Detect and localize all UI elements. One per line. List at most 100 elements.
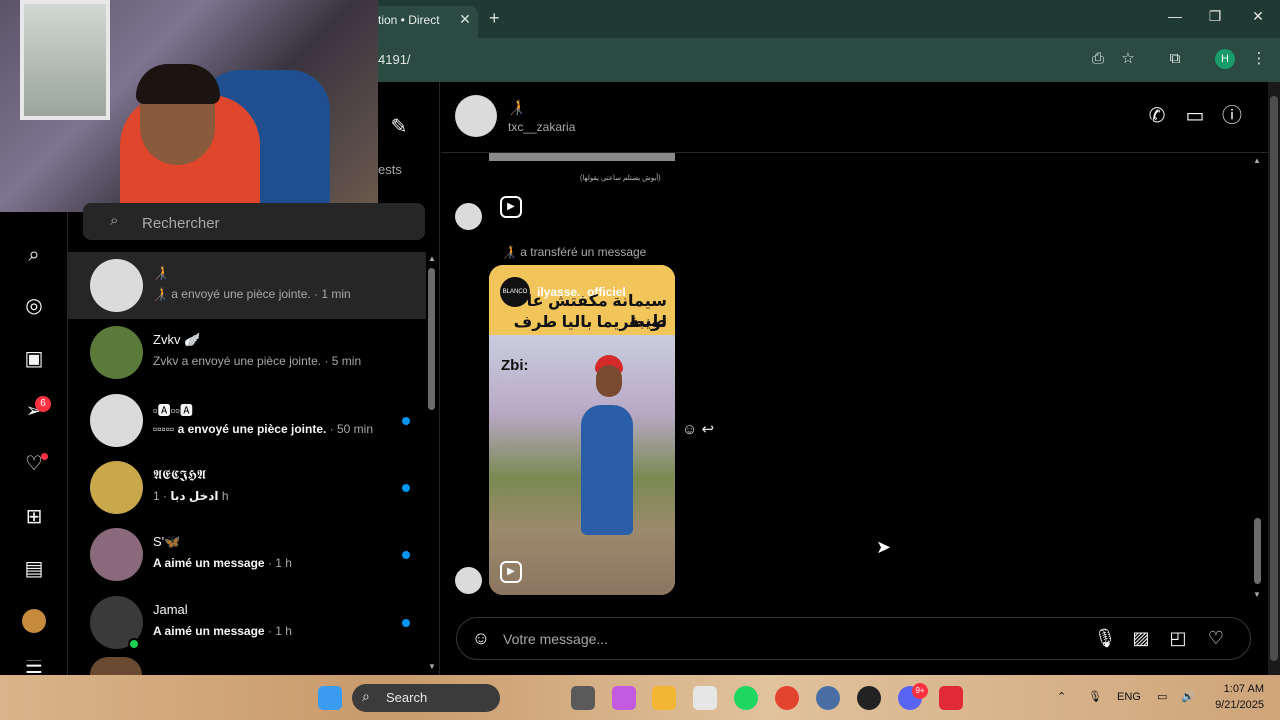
image-icon[interactable]: ▨ (1129, 626, 1153, 650)
task-view-icon[interactable] (571, 686, 595, 710)
reels-icon[interactable]: ▣ (20, 345, 48, 373)
page-scrollbar[interactable] (1270, 96, 1278, 661)
tab-close-icon[interactable]: ✕ (458, 11, 472, 28)
avatar (90, 528, 143, 581)
scroll-down-icon[interactable]: ▼ (1253, 590, 1261, 599)
tray-expand-icon[interactable]: ⌃ (1057, 690, 1066, 703)
spotify-icon[interactable] (734, 686, 758, 710)
avatar (90, 394, 143, 447)
scroll-up-icon[interactable]: ▲ (1253, 156, 1261, 165)
language-indicator[interactable]: ENG (1117, 691, 1141, 703)
conversation-item[interactable]: Jamal A aimé un message · 1 h (68, 589, 426, 656)
clock-time[interactable]: 1:07 AM (1214, 683, 1264, 695)
microphone-icon[interactable]: 🎙 (1088, 690, 1102, 703)
clock-date[interactable]: 9/21/2025 (1204, 699, 1264, 711)
address-bar[interactable]: 4191/ (378, 52, 411, 67)
contact-username[interactable]: txc__zakaria (508, 120, 575, 134)
reels-icon[interactable]: ▶ (500, 196, 522, 218)
conversation-item[interactable]: Zvkv 🪽 Zvkv a envoyé une pièce jointe. ·… (68, 319, 426, 386)
profile-icon[interactable] (22, 609, 46, 633)
volume-icon[interactable]: 🔊 (1181, 690, 1195, 703)
conversation-item[interactable]: 🧑‍🦯 🧑‍🦯 a envoyé une pièce jointe. · 1 m… (68, 252, 426, 319)
menu-icon[interactable]: ☰ (20, 660, 48, 675)
conversation-preview: A aimé un message · 1 h (153, 556, 292, 570)
conversation-name: S'🦋 (153, 534, 181, 549)
unread-dot (402, 619, 410, 627)
requests-link[interactable]: ests (378, 162, 402, 177)
info-icon[interactable]: ⓘ (1220, 104, 1244, 128)
reel-person-head (596, 365, 622, 397)
reels-icon: ▶ (500, 561, 522, 583)
sticker-icon[interactable]: ◰ (1166, 626, 1190, 650)
phone-call-icon[interactable]: ✆ (1145, 104, 1169, 128)
message-actions: ☺ ↩ (682, 420, 714, 438)
avatar (90, 259, 143, 312)
avatar (90, 657, 142, 675)
extensions-icon[interactable]: ⧉ (1164, 48, 1186, 70)
mouse-cursor-icon: ➤ (876, 537, 892, 557)
react-emoji-icon[interactable]: ☺ (682, 421, 697, 438)
search-input[interactable] (83, 203, 425, 240)
explore-icon[interactable]: ◎ (20, 292, 48, 320)
profile-avatar[interactable]: H (1215, 49, 1235, 69)
conversation-item[interactable]: 𝕬𝕰𝕮𝕵𝕳𝕬 ادخل دبا · 1 h (68, 454, 426, 521)
emoji-icon[interactable]: ☺ (469, 626, 493, 650)
online-indicator (128, 638, 140, 650)
avatar (455, 203, 482, 230)
search-icon: ⌕ (110, 212, 119, 229)
bookmark-star-icon[interactable]: ☆ (1117, 48, 1139, 70)
webcam-window-background (20, 0, 110, 120)
contact-name[interactable]: 🧑‍🦯 (508, 99, 525, 116)
start-icon[interactable] (318, 686, 342, 710)
avatar (455, 567, 482, 594)
chat-header (441, 82, 1268, 153)
conversation-item[interactable]: ▫🅰▫▫🅰 ▫▫▫▫▫ a envoyé une pièce jointe. ·… (68, 387, 426, 454)
search-placeholder: Rechercher (142, 215, 220, 232)
discord-badge: 9+ (912, 683, 928, 699)
unread-dot (402, 551, 410, 559)
nav-rail (0, 212, 68, 675)
conversation-name: Zvkv 🪽 (153, 332, 201, 347)
new-tab-button[interactable]: + (489, 8, 500, 29)
chat-scrollbar[interactable] (1254, 518, 1261, 584)
new-message-icon[interactable]: ✎ (386, 114, 412, 140)
reel-overlay-text: Zbi: (501, 357, 529, 374)
scroll-down-icon[interactable]: ▼ (428, 662, 436, 671)
scroll-up-icon[interactable]: ▲ (428, 254, 436, 263)
message-placeholder: Votre message... (503, 631, 609, 647)
install-app-icon[interactable]: ⎙ (1087, 48, 1109, 70)
file-explorer-icon[interactable] (652, 686, 676, 710)
reply-icon[interactable]: ↩ (702, 421, 715, 438)
search-icon[interactable]: ⌕ (20, 241, 48, 269)
video-call-icon[interactable]: ▭ (1183, 104, 1207, 128)
app-icon[interactable] (939, 686, 963, 710)
microphone-icon[interactable]: 🎙 (1093, 626, 1117, 650)
close-icon[interactable]: ✕ (1243, 8, 1273, 25)
dashboard-icon[interactable]: ▤ (20, 555, 48, 583)
conversation-item[interactable]: S'🦋 A aimé un message · 1 h (68, 521, 426, 588)
copilot-icon[interactable] (612, 686, 636, 710)
conversation-name: 🧑‍🦯 (153, 265, 170, 280)
shared-reel[interactable]: BLANCO ilyasse._officiel سيمانة مكفتش عا… (489, 265, 675, 595)
search-icon: ⌕ (362, 688, 370, 704)
network-icon[interactable]: ▭ (1157, 690, 1167, 703)
chrome-icon[interactable] (775, 686, 799, 710)
create-icon[interactable]: ⊞ (20, 503, 48, 531)
media-caption: (أيوش يستلم ساعتي يقولها) (580, 175, 661, 182)
store-icon[interactable] (693, 686, 717, 710)
avatar[interactable] (455, 95, 497, 137)
restore-icon[interactable]: ❐ (1200, 8, 1230, 25)
minimize-icon[interactable]: — (1160, 8, 1190, 24)
inbox-scrollbar[interactable] (428, 268, 435, 410)
avatar (90, 461, 143, 514)
app-icon[interactable] (816, 686, 840, 710)
previous-media-message[interactable] (489, 153, 675, 161)
forwarded-label: 🧑‍🦯 a transféré un message (502, 245, 647, 259)
conversation-preview: ادخل دبا · 1 h (153, 489, 229, 503)
obs-icon[interactable] (857, 686, 881, 710)
webcam-headphones (136, 64, 220, 104)
unread-dot (402, 417, 410, 425)
heart-icon[interactable]: ♡ (1204, 626, 1228, 650)
taskbar-search-label: Search (386, 690, 428, 705)
more-menu-icon[interactable]: ⋮ (1248, 48, 1270, 70)
